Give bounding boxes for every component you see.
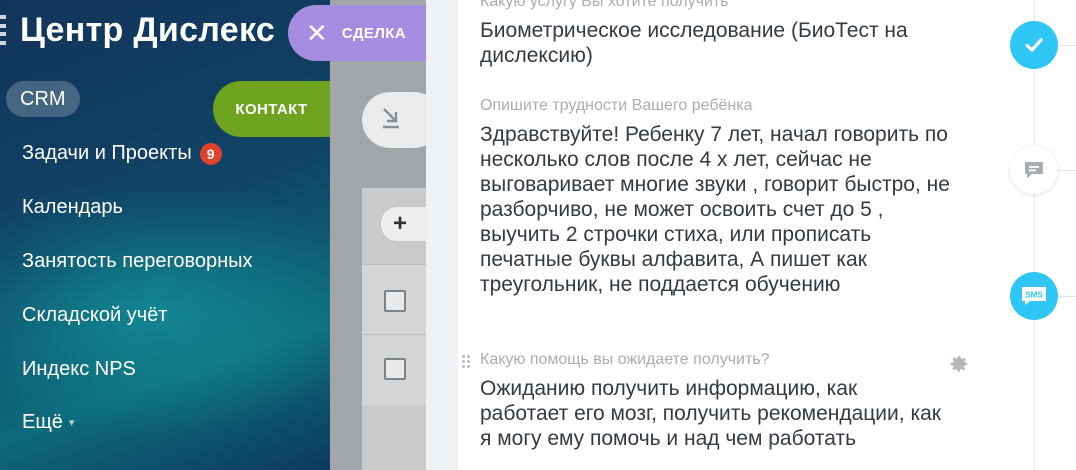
- sidebar-item-calendar[interactable]: Календарь: [22, 196, 123, 219]
- sidebar-item-crm[interactable]: CRM: [6, 81, 80, 117]
- sidebar-item-nps[interactable]: Индекс NPS: [22, 358, 136, 381]
- close-icon: ✕: [306, 18, 328, 48]
- field-value[interactable]: Биометрическое исследование (БиоТест на …: [480, 18, 950, 68]
- app-title[interactable]: Центр Дислекс: [0, 8, 275, 52]
- form-answers-card: Какую услугу Вы хотите получить Биометри…: [458, 0, 981, 470]
- crm-sidebar: Центр Дислекс CRM Задачи и Проекты 9 Кал…: [0, 0, 330, 470]
- contact-tab[interactable]: КОНТАКТ: [213, 81, 330, 137]
- sidebar-item-label: Задачи и Проекты: [22, 142, 192, 164]
- add-button[interactable]: +: [380, 206, 426, 242]
- sidebar-item-label: Складской учёт: [22, 304, 168, 326]
- field-value[interactable]: Ожиданию получить информацию, как работа…: [480, 376, 950, 451]
- sidebar-item-label: Календарь: [22, 196, 123, 218]
- app-title-text: Центр Дислекс: [20, 10, 276, 49]
- sidebar-item-meeting-rooms[interactable]: Занятость переговорных: [22, 250, 253, 273]
- field-label: Какую помощь вы ожидаете получить?: [480, 351, 770, 368]
- timeline-line: [1034, 0, 1035, 470]
- menu-grip-icon: [0, 15, 8, 45]
- sms-icon-label: SMS: [1025, 291, 1043, 300]
- plus-icon: +: [393, 210, 408, 237]
- field-value[interactable]: Здравствуйте! Ребенку 7 лет, начал говор…: [480, 122, 950, 297]
- deal-tab-close-button[interactable]: ✕ СДЕЛКА: [288, 5, 438, 61]
- field-label: Какую услугу Вы хотите получить: [480, 0, 729, 10]
- sms-icon[interactable]: SMS: [1010, 272, 1058, 320]
- timeline-rail: SMS: [981, 0, 1076, 470]
- comment-icon[interactable]: [1010, 146, 1058, 194]
- sidebar-item-label: CRM: [20, 87, 66, 110]
- background-overlay[interactable]: +: [330, 0, 426, 470]
- field-expected-help: Какую помощь вы ожидаете получить? Ожида…: [462, 351, 968, 451]
- sidebar-item-label: Индекс NPS: [22, 358, 136, 380]
- tasks-count-badge: 9: [199, 142, 222, 165]
- sidebar-item-tasks[interactable]: Задачи и Проекты 9: [22, 142, 222, 165]
- drag-handle-icon[interactable]: [462, 355, 470, 373]
- sidebar-item-more[interactable]: Ещё ▾: [22, 411, 74, 434]
- check-icon[interactable]: [1010, 21, 1058, 69]
- row-checkbox[interactable]: [384, 358, 406, 380]
- field-service: Какую услугу Вы хотите получить Биометри…: [480, 0, 950, 68]
- field-label: Опишите трудности Вашего ребёнка: [480, 97, 753, 114]
- sidebar-item-label: Ещё: [22, 411, 63, 433]
- collapse-arrow-icon: [380, 106, 402, 136]
- chevron-down-icon: ▾: [68, 417, 75, 429]
- sidebar-item-label: Занятость переговорных: [22, 250, 253, 272]
- collapse-button[interactable]: [362, 92, 426, 148]
- deal-tab-label: СДЕЛКА: [341, 24, 407, 42]
- row-checkbox[interactable]: [384, 290, 406, 312]
- gear-icon[interactable]: [948, 353, 970, 375]
- field-difficulties: Опишите трудности Вашего ребёнка Здравст…: [480, 97, 950, 297]
- contact-tab-label: КОНТАКТ: [235, 100, 308, 118]
- sidebar-item-warehouse[interactable]: Складской учёт: [22, 304, 167, 327]
- deal-slider-panel: Какую услугу Вы хотите получить Биометри…: [426, 0, 981, 470]
